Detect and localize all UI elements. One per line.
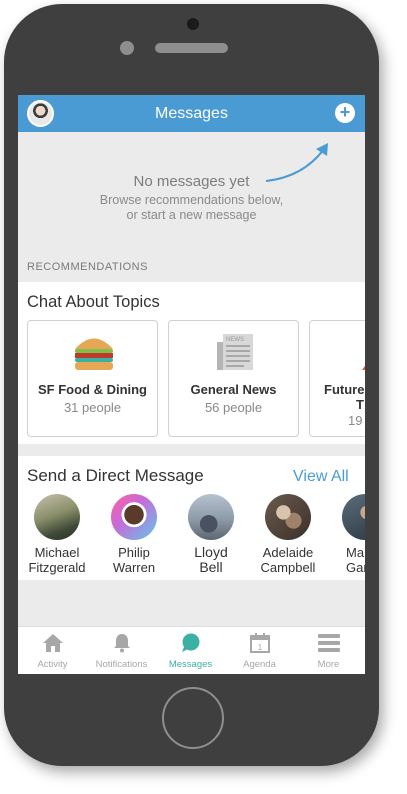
tab-bar: Activity Notifications Messages 1 Agenda… [18,626,365,674]
view-all-link[interactable]: View All [293,468,349,486]
topic-card-general-news[interactable]: NEWS General News 56 people [168,320,299,437]
recommendations-label: RECOMMENDATIONS [27,261,148,273]
topic-name: Future [324,382,365,397]
tab-label: Agenda [243,659,276,670]
tab-label: More [317,659,340,670]
topic-name: General News [190,382,277,397]
speaker-grille [155,43,228,53]
topic-name: SF Food & Dining [37,382,148,397]
contact-name-line: Gar [346,560,365,575]
empty-subtitle: Browse recommendations below, or start a… [88,193,295,223]
contact-name-line: Fitzgerald [28,560,86,575]
topics-title: Chat About Topics [27,293,160,311]
calendar-day: 1 [258,643,263,652]
tab-more[interactable]: More [294,627,363,674]
tab-agenda[interactable]: 1 Agenda [225,627,294,674]
contact-name-line: Lloyd [194,544,228,560]
bell-icon [114,634,130,653]
contact-name: Ma Gar [346,545,365,575]
contact-name: Lloyd Bell [172,545,250,575]
tab-label: Activity [37,659,68,670]
topic-name-line2: T [356,397,364,412]
home-icon [43,634,63,652]
contact-name-line: Campbell [260,560,316,575]
contact-name-line: Warren [112,560,156,575]
calendar-icon: 1 [250,633,270,653]
burger-icon [75,338,113,370]
contact-name: Adelaide Campbell [249,545,327,575]
direct-message-title: Send a Direct Message [27,466,204,485]
avatar [342,494,365,540]
empty-subtitle-line: Browse recommendations below, [99,193,284,207]
topic-card-sf-food[interactable]: SF Food & Dining 31 people [27,320,158,437]
tab-messages[interactable]: Messages [156,627,225,674]
avatar [265,494,311,540]
contact-name-line: Adelaide [262,545,314,560]
topics-section: Chat About Topics SF Food & Dining 31 pe… [18,282,365,444]
app-header: Messages + [18,95,365,132]
topic-count: 56 people [204,400,263,415]
contact-name-line: Philip [118,545,150,560]
empty-subtitle-line: or start a new message [126,208,257,222]
avatar [188,494,234,540]
home-button[interactable] [162,687,224,749]
tab-label: Messages [168,659,213,670]
direct-message-section: Send a Direct Message View All Michael F… [18,456,365,580]
newspaper-icon: NEWS [217,334,253,370]
page-title: Messages [155,105,228,122]
contact-name-line: Bell [199,559,223,575]
topic-count: 19 [348,413,363,428]
triangle-icon [362,365,365,370]
contact-name-line: Ma [346,545,365,560]
app-screen: Messages + No messages yet Browse recomm… [18,95,365,674]
sensor-dot [120,41,134,55]
chat-bubble-icon [182,633,200,652]
empty-state: No messages yet Browse recommendations b… [18,132,365,252]
topic-count: 31 people [63,400,122,415]
empty-title: No messages yet [133,173,250,190]
tab-label: Notifications [95,659,148,670]
compose-plus-icon[interactable]: + [335,103,355,123]
topic-card-future[interactable]: Future T 19 [309,320,365,437]
avatar [34,494,80,540]
contact-name-line: Michael [34,545,80,560]
contact-name: Philip Warren [95,545,173,575]
contact-name: Michael Fitzgerald [18,545,96,575]
svg-text:NEWS: NEWS [226,337,244,343]
avatar [111,494,157,540]
tab-activity[interactable]: Activity [18,627,87,674]
menu-icon [318,634,340,652]
camera-dot [187,18,199,30]
tab-notifications[interactable]: Notifications [87,627,156,674]
